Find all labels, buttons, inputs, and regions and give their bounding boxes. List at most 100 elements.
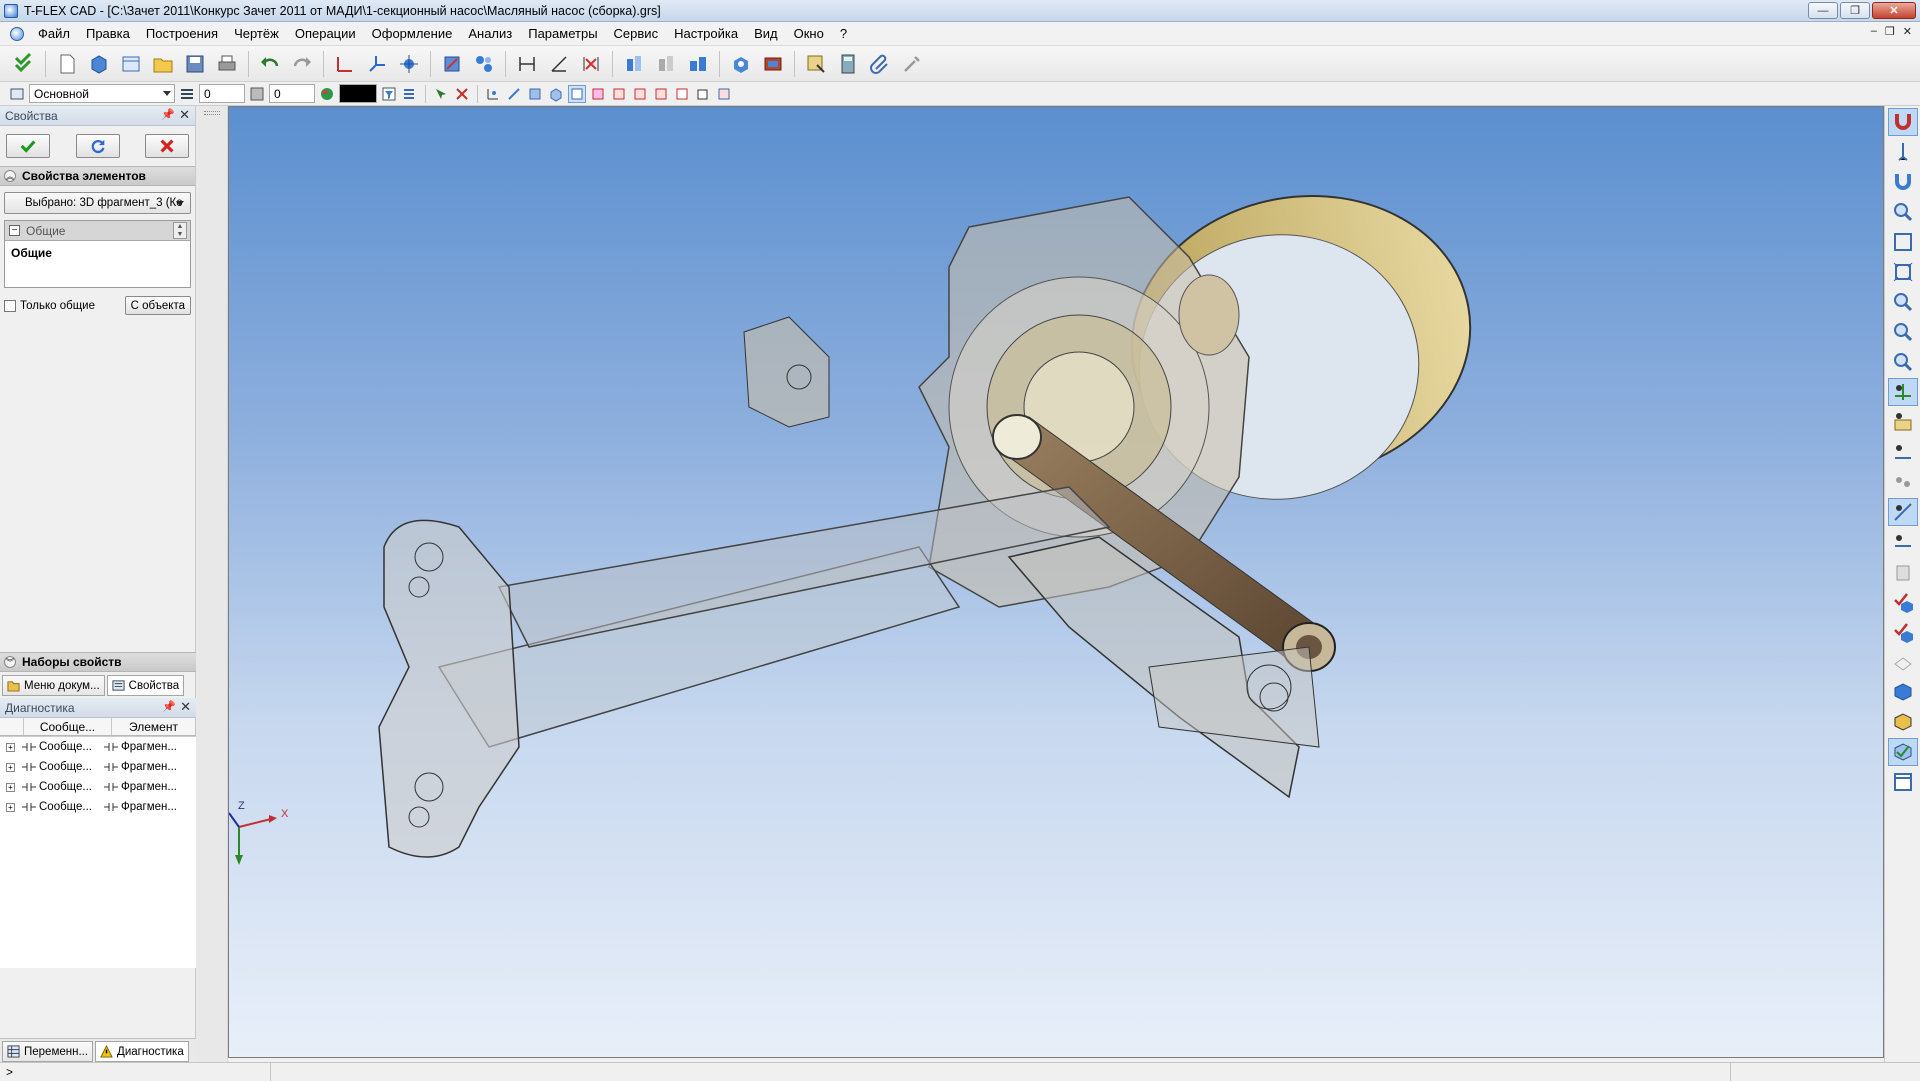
menu-help[interactable]: ? [832, 23, 855, 45]
menu-format[interactable]: Оформление [364, 23, 461, 45]
menu-window[interactable]: Окно [786, 23, 832, 45]
filter-vertex-icon[interactable] [484, 85, 502, 103]
expand-plus-icon[interactable]: + [6, 742, 15, 752]
shaded-edges-icon[interactable] [1888, 708, 1918, 736]
menu-service[interactable]: Сервис [606, 23, 667, 45]
checkbox-box[interactable] [4, 299, 16, 312]
cancel-button[interactable] [145, 134, 189, 158]
menu-parameters[interactable]: Параметры [520, 23, 605, 45]
pump-assembly[interactable] [378, 170, 1493, 858]
dimension-angle-icon[interactable] [545, 50, 573, 78]
property-sets-section[interactable]: ︾ Наборы свойств [0, 652, 196, 672]
expand-icon[interactable]: ︾ [4, 656, 16, 668]
save-icon[interactable] [181, 50, 209, 78]
table-row[interactable]: + Сообще... Фрагмен... [0, 797, 196, 817]
section-icon[interactable] [620, 50, 648, 78]
zoom-window-icon[interactable] [1888, 198, 1918, 226]
orbit-icon[interactable] [1888, 438, 1918, 466]
element-properties-section[interactable]: ︽ Свойства элементов [0, 166, 195, 186]
ok-button[interactable] [6, 134, 50, 158]
filter-copy-icon[interactable] [694, 85, 712, 103]
color-swatch[interactable] [339, 84, 377, 103]
intake-flange[interactable] [378, 519, 520, 858]
expand-plus-icon[interactable]: + [6, 762, 15, 772]
column-message[interactable]: Сообще... [24, 718, 112, 735]
magnet-icon[interactable] [1888, 108, 1918, 136]
layer-select[interactable]: Основной [29, 84, 175, 103]
refresh-button[interactable] [75, 134, 120, 158]
menu-analysis[interactable]: Анализ [460, 23, 520, 45]
shaded-icon[interactable] [1888, 678, 1918, 706]
table-row[interactable]: + Сообще... Фрагмен... [0, 777, 196, 797]
side-lug[interactable] [743, 316, 830, 428]
mdi-restore-button[interactable]: ❐ [1885, 25, 1895, 38]
zoom-fit-icon[interactable] [1888, 228, 1918, 256]
shaft-end[interactable] [992, 414, 1042, 460]
filter-list-icon[interactable] [401, 85, 419, 103]
zoom-previous-icon[interactable] [1888, 348, 1918, 376]
filter-edge-icon[interactable] [505, 85, 523, 103]
materials-icon[interactable] [759, 50, 787, 78]
expand-plus-icon[interactable]: + [6, 782, 15, 792]
dimension-icon[interactable] [513, 50, 541, 78]
render-icon[interactable] [727, 50, 755, 78]
copy-view-icon[interactable] [1888, 558, 1918, 586]
pin-icon[interactable]: 📌 [161, 108, 175, 121]
tools-icon[interactable] [898, 50, 926, 78]
system-menu-icon[interactable] [10, 26, 24, 41]
filter-3d-icon[interactable] [610, 85, 628, 103]
model-view[interactable]: Z X [229, 107, 1884, 1058]
attach-icon[interactable] [866, 50, 894, 78]
walk-icon[interactable] [1888, 468, 1918, 496]
transparent-icon[interactable] [1888, 738, 1918, 766]
new-document-icon[interactable] [53, 50, 81, 78]
menu-construct[interactable]: Построения [138, 23, 226, 45]
minimize-button[interactable]: — [1808, 2, 1838, 19]
section-off-icon[interactable] [652, 50, 680, 78]
color-picker-icon[interactable] [318, 85, 336, 103]
3d-viewport[interactable]: Z X [228, 106, 1884, 1058]
expand-plus-icon[interactable]: + [6, 802, 15, 812]
pin-icon[interactable]: 📌 [162, 700, 176, 713]
splitter-grip[interactable] [204, 111, 220, 115]
menu-operations[interactable]: Операции [287, 23, 364, 45]
collapse-icon[interactable]: ︽ [4, 170, 16, 182]
tab-diagnostics[interactable]: Диагностика [95, 1041, 189, 1062]
filter-face-icon[interactable] [526, 85, 544, 103]
menu-view[interactable]: Вид [746, 23, 786, 45]
column-element[interactable]: Элемент [112, 718, 196, 735]
table-row[interactable]: + Сообще... Фрагмен... [0, 757, 196, 777]
zoom-extents-icon[interactable] [1888, 258, 1918, 286]
filter-path-icon[interactable] [631, 85, 649, 103]
select-clear-icon[interactable] [453, 85, 471, 103]
filter-fragment-icon[interactable] [589, 85, 607, 103]
select-filter-icon[interactable] [432, 85, 450, 103]
command-prompt[interactable]: > [6, 1065, 13, 1079]
new-drawing-icon[interactable] [117, 50, 145, 78]
move-icon[interactable] [1888, 528, 1918, 556]
pin-point-icon[interactable] [1888, 138, 1918, 166]
maximize-button[interactable]: ❐ [1840, 2, 1870, 19]
magnet-blue-icon[interactable] [1888, 168, 1918, 196]
menu-drawing[interactable]: Чертёж [226, 23, 287, 45]
panel-splitter[interactable] [196, 106, 228, 1062]
spin-icon[interactable]: ▲ ▼ [173, 222, 187, 239]
priority-input[interactable]: 0 [269, 84, 315, 103]
table-row[interactable]: + Сообще... Фрагмен... [0, 737, 196, 757]
menu-file[interactable]: Файл [30, 23, 78, 45]
rotate-icon[interactable] [1888, 378, 1918, 406]
from-object-button[interactable]: С объекта [124, 296, 191, 315]
filter-icon[interactable] [380, 85, 398, 103]
select-mode-icon[interactable] [1888, 498, 1918, 526]
mdi-close-button[interactable]: ✕ [1903, 25, 1912, 38]
dimension-remove-icon[interactable] [577, 50, 605, 78]
filter-curve-icon[interactable] [652, 85, 670, 103]
menu-settings[interactable]: Настройка [666, 23, 746, 45]
filter-operation-icon[interactable] [568, 84, 586, 103]
close-icon[interactable]: ✕ [179, 107, 190, 123]
filter-mirror-icon[interactable] [715, 85, 733, 103]
selection-dropdown[interactable]: Выбрано: 3D фрагмент_3 (Ко [4, 192, 191, 214]
mdi-minimize-button[interactable]: – [1871, 25, 1877, 38]
only-common-checkbox[interactable]: Только общие [4, 299, 95, 312]
common-group-header[interactable]: − Общие ▲ ▼ [5, 221, 190, 241]
